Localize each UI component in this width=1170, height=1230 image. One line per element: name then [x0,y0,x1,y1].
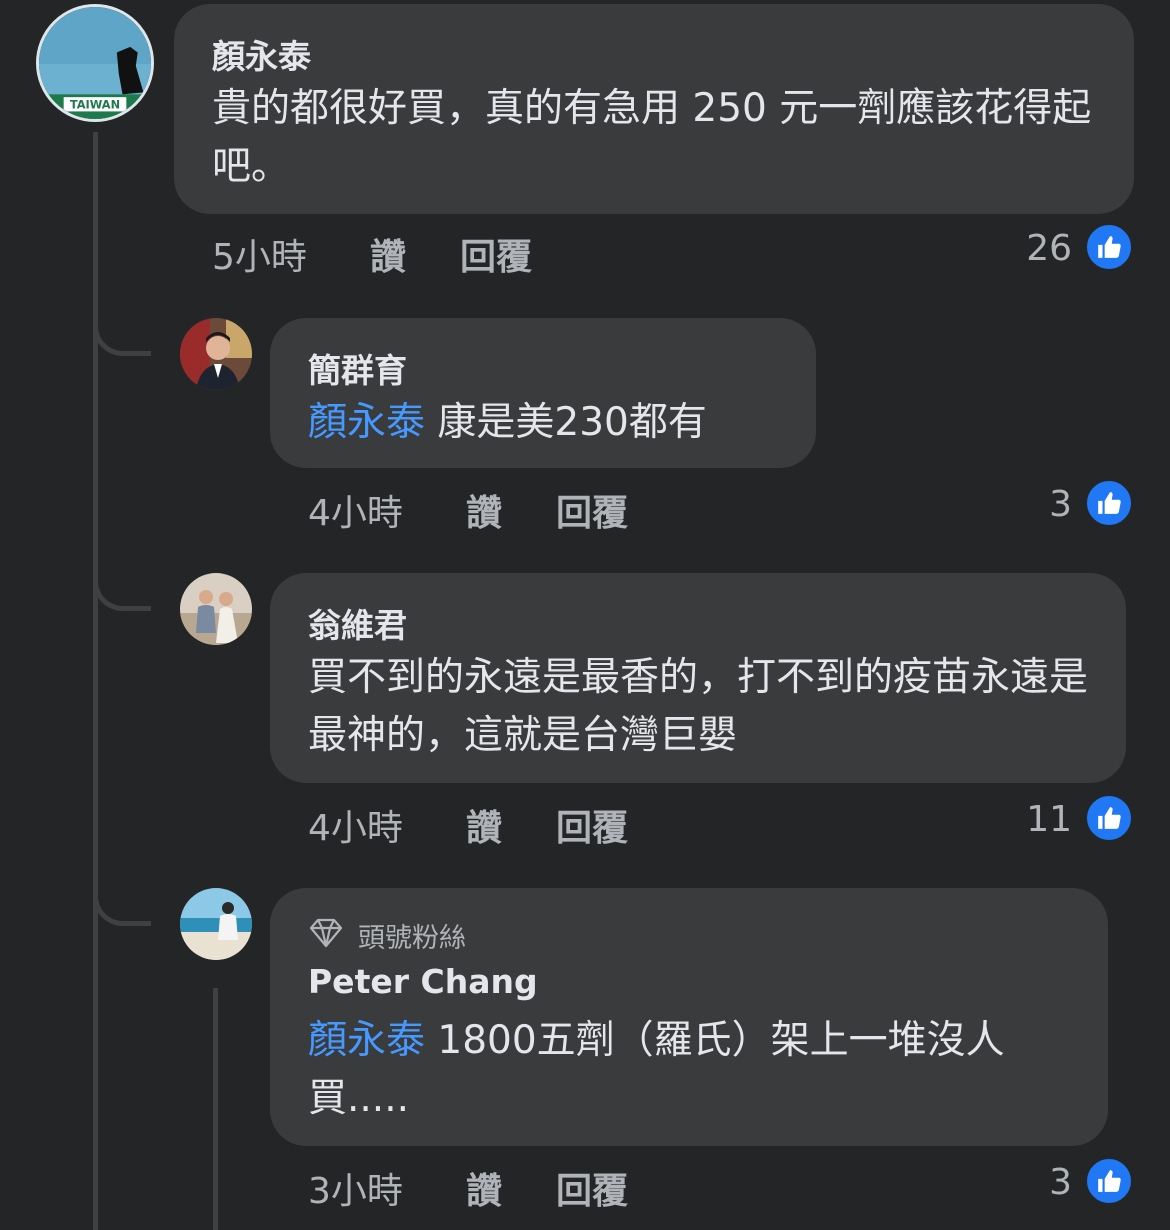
mention-link[interactable]: 顏永泰 [308,400,425,445]
like-count[interactable]: 11 [992,799,1072,840]
comment-text: 顏永泰 1800五劑（羅氏）架上一堆沒人買..... [308,1012,1088,1128]
comment-text-content: 康是美230都有 [425,400,707,445]
like-count[interactable]: 3 [992,484,1072,525]
avatar[interactable] [180,888,252,960]
like-button[interactable]: 讚 [370,228,406,280]
reply-button[interactable]: 回覆 [556,484,628,536]
avatar[interactable] [180,573,252,645]
thread-branch [93,310,151,356]
like-button[interactable]: 讚 [466,484,502,536]
comment-time[interactable]: 5小時 [212,228,307,280]
comment-text: 買不到的永遠是最香的，打不到的疫苗永遠是最神的，這就是台灣巨嬰 [308,655,1089,758]
comment-author[interactable]: 簡群育 [308,344,407,392]
thread-branch [93,565,151,611]
comment-time[interactable]: 4小時 [308,799,403,851]
mention-link[interactable]: 顏永泰 [308,1018,425,1063]
thread-line-main [93,132,98,1230]
reply-button[interactable]: 回覆 [556,799,628,851]
thumbs-up-icon [1084,478,1134,528]
avatar[interactable] [180,318,252,390]
top-fan-badge: 頭號粉絲 [358,923,466,954]
comment-text: 顏永泰 康是美230都有 [308,394,808,452]
avatar[interactable]: TAIWAN [36,4,154,122]
comment-author[interactable]: Peter Chang [308,962,538,1001]
reply-button[interactable]: 回覆 [556,1162,628,1214]
thumbs-up-icon [1084,1156,1134,1206]
like-count[interactable]: 26 [992,228,1072,269]
comment-author[interactable]: 顏永泰 [212,30,311,78]
thumbs-up-icon [1084,793,1134,843]
reply-button[interactable]: 回覆 [460,228,532,280]
diamond-icon [308,918,344,948]
comment-text: 貴的都很好買，真的有急用 250 元一劑應該花得起吧。 [212,86,1092,189]
like-count[interactable]: 3 [992,1162,1072,1203]
avatar-logo-text: TAIWAN [70,98,120,112]
like-button[interactable]: 讚 [466,1162,502,1214]
comment-time[interactable]: 4小時 [308,484,403,536]
thread-line-sub [213,988,218,1230]
comment-author[interactable]: 翁維君 [308,599,407,647]
thread-branch [93,880,151,926]
thumbs-up-icon [1084,222,1134,272]
comment-time[interactable]: 3小時 [308,1162,403,1214]
like-button[interactable]: 讚 [466,799,502,851]
